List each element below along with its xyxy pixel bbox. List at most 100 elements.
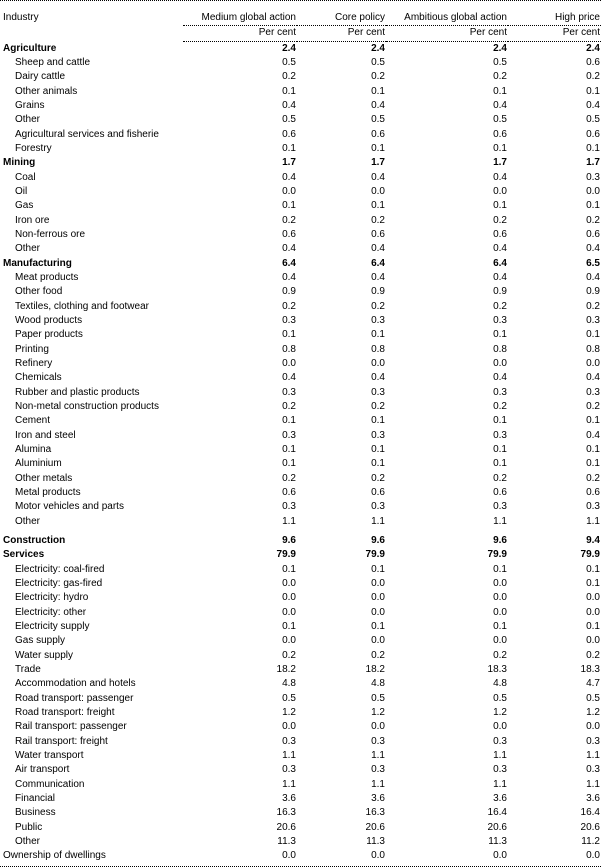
cell-value: 11.3 [488,835,507,847]
cell-value: 11.3 [277,835,296,847]
cell-value: 6.5 [586,257,600,269]
industry-share-table: Industry Medium global action Core polic… [0,11,601,863]
column-header-medium-global-action: Medium global action [183,11,297,27]
cell-value: 0.1 [282,143,296,155]
cell-value: 0.2 [371,649,385,661]
cell-value: 0.3 [493,315,507,327]
cell-value: 1.1 [371,515,385,527]
cell-value: 0.1 [586,329,600,341]
table-row: Electricity: coal-fired 0.1 0.1 0.1 0.1 [0,562,601,576]
column-header-industry: Industry [3,12,39,24]
table-row: Dairy cattle 0.2 0.2 0.2 0.2 [0,70,601,84]
row-label: Iron ore [15,214,50,226]
cell-value: 0.1 [282,620,296,632]
cell-value: 0.3 [586,764,600,776]
cell-value: 0.3 [371,315,385,327]
row-label: Metal products [15,486,81,498]
row-label: Printing [15,343,49,355]
row-label: Construction [3,534,66,546]
table-row: Water transport 1.1 1.1 1.1 1.1 [0,749,601,763]
table-row: Gas supply 0.0 0.0 0.0 0.0 [0,634,601,648]
cell-value: 1.1 [282,778,296,790]
table-row: Air transport 0.3 0.3 0.3 0.3 [0,763,601,777]
row-label: Manufacturing [3,257,72,269]
cell-value: 0.2 [282,649,296,661]
cell-value: 0.0 [493,635,507,647]
cell-value: 0.1 [371,329,385,341]
row-label: Trade [15,663,41,675]
cell-value: 20.6 [365,821,385,833]
cell-value: 0.2 [586,71,600,83]
cell-value: 0.6 [586,486,600,498]
row-label: Other food [15,286,63,298]
column-header-core-policy: Core policy [297,11,386,27]
cell-value: 0.1 [371,415,385,427]
cell-value: 0.5 [282,57,296,69]
table-row: Rail transport: freight 0.3 0.3 0.3 0.3 [0,734,601,748]
table-row: Electricity: hydro 0.0 0.0 0.0 0.0 [0,591,601,605]
table-row-group: Agriculture 2.4 2.4 2.4 2.4 [0,41,601,56]
cell-value: 16.3 [365,807,385,819]
top-rule [0,0,601,1]
table-row: Chemicals 0.4 0.4 0.4 0.4 [0,371,601,385]
cell-value: 0.2 [282,71,296,83]
table-row: Electricity: other 0.0 0.0 0.0 0.0 [0,605,601,619]
cell-value: 0.0 [371,186,385,198]
cell-value: 0.4 [493,171,507,183]
table-row: Other 0.5 0.5 0.5 0.5 [0,113,601,127]
row-label: Forestry [15,143,52,155]
row-label: Electricity: hydro [15,592,89,604]
cell-value: 4.8 [371,678,385,690]
cell-value: 0.1 [586,620,600,632]
row-label: Iron and steel [15,429,76,441]
cell-value: 0.0 [586,186,600,198]
cell-value: 0.4 [493,272,507,284]
table-row: Printing 0.8 0.8 0.8 0.8 [0,343,601,357]
cell-value: 1.2 [586,706,600,718]
cell-value: 1.7 [586,157,600,169]
table-row: Grains 0.4 0.4 0.4 0.4 [0,99,601,113]
row-label: Other metals [15,472,73,484]
cell-value: 0.1 [586,577,600,589]
cell-value: 0.5 [493,57,507,69]
cell-value: 0.6 [493,128,507,140]
cell-value: 0.0 [586,592,600,604]
cell-value: 0.0 [282,721,296,733]
row-label: Communication [15,778,85,790]
cell-value: 0.1 [282,458,296,470]
table-row: Other food 0.9 0.9 0.9 0.9 [0,285,601,299]
cell-value: 9.4 [586,534,600,546]
row-label: Dairy cattle [15,71,66,83]
table-row-group: Mining 1.7 1.7 1.7 1.7 [0,156,601,170]
units-row: Per cent Per cent Per cent Per cent [0,25,601,42]
cell-value: 0.0 [371,358,385,370]
row-label: Public [15,821,43,833]
row-label: Road transport: passenger [15,692,134,704]
cell-value: 0.3 [371,386,385,398]
cell-value: 0.5 [282,114,296,126]
table-row: Gas 0.1 0.1 0.1 0.1 [0,199,601,213]
cell-value: 0.9 [371,286,385,298]
cell-value: 0.2 [493,300,507,312]
row-label: Water supply [15,649,73,661]
cell-value: 2.4 [371,42,385,54]
cell-value: 0.4 [282,272,296,284]
cell-value: 0.4 [493,372,507,384]
cell-value: 0.2 [586,649,600,661]
cell-value: 0.3 [493,429,507,441]
cell-value: 0.6 [371,229,385,241]
unit-label: Per cent [183,25,297,42]
cell-value: 0.2 [586,214,600,226]
table-row: Other 1.1 1.1 1.1 1.1 [0,514,601,528]
table-row: Non-metal construction products 0.2 0.2 0.2… [0,400,601,414]
cell-value: 0.3 [371,764,385,776]
cell-value: 0.0 [493,186,507,198]
cell-value: 9.6 [493,534,507,546]
units-spacer [0,26,183,41]
table-row: Meat products 0.4 0.4 0.4 0.4 [0,271,601,285]
table-row: Coal 0.4 0.4 0.4 0.3 [0,171,601,185]
cell-value: 16.4 [487,807,507,819]
cell-value: 0.6 [371,486,385,498]
cell-value: 0.0 [371,635,385,647]
row-label: Electricity: other [15,606,87,618]
